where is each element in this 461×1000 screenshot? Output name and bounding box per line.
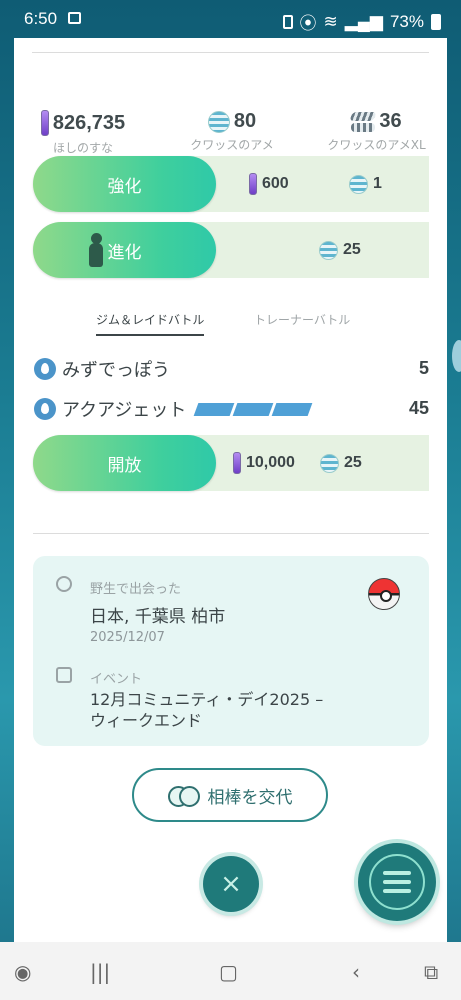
clock: 6:50 <box>24 9 58 28</box>
unlock-label: 開放 <box>107 455 142 476</box>
side-bubble <box>452 340 461 372</box>
close-button[interactable]: × <box>203 856 259 912</box>
change-buddy-button[interactable]: 相棒を交代 <box>132 768 328 822</box>
location-icon: ⦿ <box>299 14 317 33</box>
candy-xl-amount: 36 <box>379 110 402 132</box>
evolve-button[interactable]: 進化 <box>33 222 216 278</box>
energy-bar <box>233 402 274 416</box>
evolve-row: 進化 25 <box>33 222 429 278</box>
catch-location: 日本, 千葉県 柏市 <box>90 607 226 627</box>
power-up-candy-cost: 1 <box>349 156 382 212</box>
home-icon[interactable]: ▢ <box>219 960 238 984</box>
signal-icon: ▂▄▆ <box>344 11 383 31</box>
candy-icon <box>349 174 368 194</box>
water-type-icon <box>34 358 56 380</box>
candy-cost-value: 1 <box>373 175 382 192</box>
evolve-label: 進化 <box>107 242 142 263</box>
status-icons: ⦿ ≋ ▂▄▆ 73% <box>282 9 441 34</box>
move-name: みずでっぽう <box>62 360 170 381</box>
evolution-silhouette-icon <box>89 233 103 267</box>
energy-bar <box>272 402 313 416</box>
wifi-icon: ≋ <box>323 11 338 31</box>
charged-move-power: 45 <box>408 398 429 418</box>
candy-icon <box>320 453 339 473</box>
stardust-cost-value: 600 <box>262 175 289 192</box>
unlock-stardust-cost: 10,000 <box>233 435 295 491</box>
menu-icon <box>369 854 425 910</box>
battery-percent: 73% <box>389 11 424 31</box>
back-icon[interactable]: ‹ <box>352 960 360 984</box>
unlock-candy-cost: 25 <box>320 435 362 491</box>
candy-xl-icon <box>351 111 376 133</box>
unlock-move-row: 開放 10,000 25 <box>33 435 429 491</box>
fast-move-power: 5 <box>418 358 429 378</box>
stardust-cost-value: 10,000 <box>246 454 295 471</box>
notification-icon <box>282 14 293 29</box>
evolve-candy-cost: 25 <box>319 222 361 278</box>
catch-label: 野生で出会った <box>90 582 182 597</box>
power-up-row: 強化 600 1 <box>33 156 429 212</box>
menu-button[interactable] <box>358 843 436 921</box>
gamepad-icon[interactable]: ◉ <box>14 960 31 984</box>
stardust-label: ほしのすな <box>52 141 113 155</box>
catch-date: 2025/12/07 <box>90 630 165 645</box>
water-type-icon <box>34 398 56 420</box>
candy-cost-value: 25 <box>344 454 362 471</box>
stardust-amount: 826,735 <box>52 111 126 134</box>
buddy-icon <box>167 784 200 807</box>
fast-move[interactable]: みずでっぽう <box>34 356 170 382</box>
power-up-label: 強化 <box>107 176 142 197</box>
tab-trainer-battle[interactable]: トレーナーバトル <box>254 311 350 328</box>
stardust-icon <box>249 173 257 195</box>
event-name-line2: ウィークエンド <box>90 711 203 730</box>
tab-gym-raid[interactable]: ジム＆レイドバトル <box>96 311 205 336</box>
unlock-move-button[interactable]: 開放 <box>33 435 216 491</box>
battery-icon <box>431 13 441 30</box>
power-up-button[interactable]: 強化 <box>33 156 216 212</box>
screen-capture-icon[interactable]: ⧉ <box>424 960 438 984</box>
charged-move[interactable]: アクアジェット <box>34 396 313 422</box>
calendar-icon <box>56 667 72 683</box>
system-navigation-bar: ◉ ||| ▢ ‹ ⧉ <box>0 942 461 1000</box>
energy-bars <box>194 402 313 416</box>
candy-icon <box>207 110 230 133</box>
wild-encounter-icon <box>56 576 72 592</box>
stardust-icon <box>40 110 49 136</box>
change-buddy-label: 相棒を交代 <box>207 787 293 808</box>
candy-label: クワッスのアメ <box>190 138 274 152</box>
catch-info-card: 野生で出会った 日本, 千葉県 柏市 2025/12/07 イベント 12月コミ… <box>33 556 429 746</box>
pokeball-icon <box>368 578 400 610</box>
candy-xl-resource: 36 クワッスのアメXL <box>314 110 439 153</box>
status-bar: 6:50 ⦿ ≋ ▂▄▆ 73% <box>0 0 461 38</box>
candy-icon <box>319 240 338 260</box>
candy-cost-value: 25 <box>343 241 361 258</box>
recent-apps-icon[interactable]: ||| <box>90 960 110 984</box>
candy-amount: 80 <box>233 110 257 132</box>
divider <box>33 533 429 534</box>
close-icon: × <box>220 869 242 899</box>
stardust-resource: 826,735 ほしのすな <box>28 110 138 156</box>
power-up-stardust-cost: 600 <box>249 156 289 212</box>
gallery-icon <box>68 12 81 24</box>
divider <box>32 52 429 53</box>
event-label: イベント <box>90 672 143 687</box>
energy-bar <box>194 402 235 416</box>
move-name: アクアジェット <box>62 400 187 421</box>
stardust-icon <box>233 452 241 474</box>
candy-xl-label: クワッスのアメXL <box>327 138 426 152</box>
candy-resource: 80 クワッスのアメ <box>177 110 287 153</box>
